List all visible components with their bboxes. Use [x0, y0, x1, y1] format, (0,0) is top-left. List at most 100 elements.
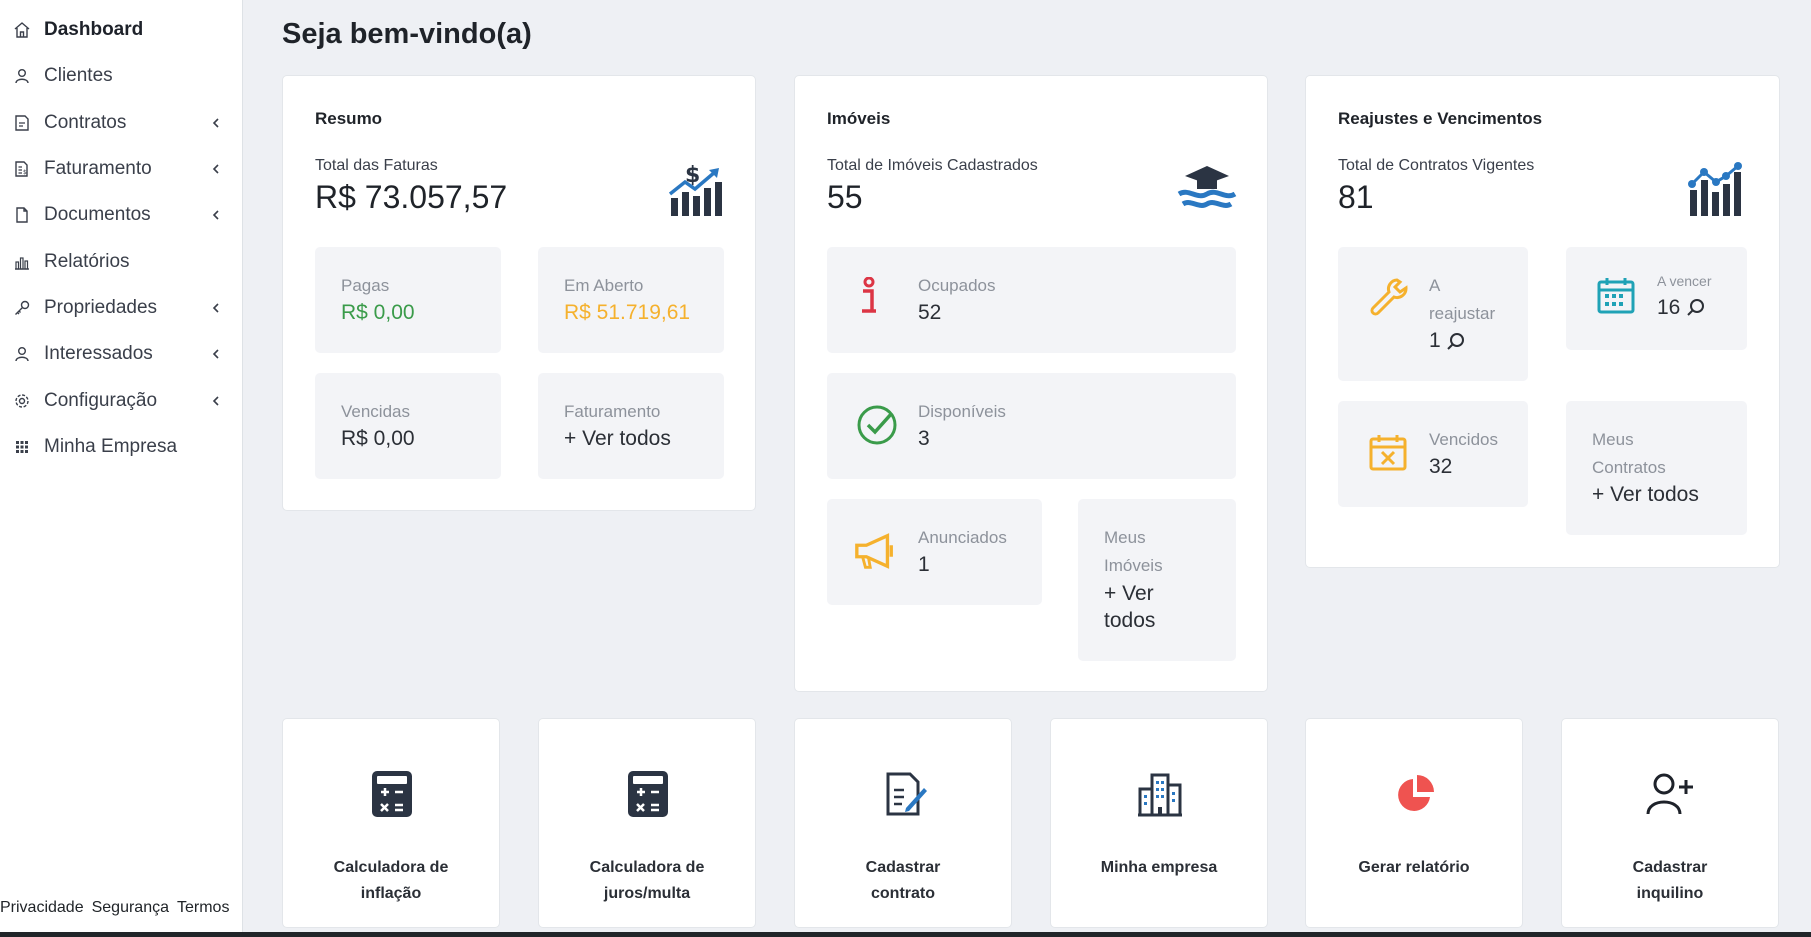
card-title: Resumo — [315, 109, 383, 128]
search-icon[interactable] — [1686, 298, 1708, 320]
card-label: Cadastrar inquilino — [1632, 859, 1708, 902]
sidebar-item-clientes[interactable]: Clientes — [0, 56, 243, 96]
ocupados-tile[interactable]: Ocupados 52 — [827, 247, 1236, 353]
gear-icon — [11, 390, 33, 412]
tile-label: Contratos — [1592, 458, 1666, 477]
sidebar-item-label: Faturamento — [44, 158, 152, 179]
tile-value: 1 — [1429, 329, 1441, 352]
tile-label: A vencer — [1657, 273, 1712, 289]
vencidas-tile[interactable]: Vencidas R$ 0,00 — [315, 373, 501, 479]
tile-label: Anunciados — [918, 528, 1007, 547]
svg-text:$: $ — [23, 169, 27, 176]
a-vencer-tile[interactable]: A vencer 16 — [1566, 247, 1747, 350]
inflation-calculator-card[interactable]: Calculadora de inflação — [282, 718, 500, 928]
sidebar-item-label: Configuração — [44, 390, 158, 411]
sidebar-item-label: Propriedades — [44, 297, 158, 318]
building-icon — [1135, 769, 1185, 819]
interest-calculator-card[interactable]: Calculadora de juros/multa — [538, 718, 756, 928]
reajustes-card: Reajustes e Vencimentos Total de Contrat… — [1305, 75, 1780, 568]
sidebar-item-label: Interessados — [44, 343, 153, 364]
sidebar-item-configuracao[interactable]: Configuração — [0, 381, 243, 421]
faturamento-tile[interactable]: Faturamento + Ver todos — [538, 373, 724, 479]
sidebar-item-label: Minha Empresa — [44, 436, 178, 457]
calculator-icon — [623, 769, 673, 819]
bottom-bar — [0, 932, 1811, 937]
tile-value: 16 — [1657, 296, 1681, 319]
view-all-link: + Ver — [1104, 582, 1154, 605]
tile-value: R$ 0,00 — [341, 427, 415, 450]
money-growth-icon: $ — [667, 160, 725, 218]
calculator-icon — [367, 769, 417, 819]
tile-value: 32 — [1429, 455, 1453, 478]
card-title: Reajustes e Vencimentos — [1338, 109, 1543, 128]
sidebar-item-dashboard[interactable]: Dashboard — [0, 10, 243, 50]
sidebar-item-faturamento[interactable]: $ Faturamento — [0, 149, 243, 189]
generate-report-card[interactable]: Gerar relatório — [1305, 718, 1523, 928]
meus-contratos-tile[interactable]: Meus Contratos + Ver todos — [1566, 401, 1747, 535]
sidebar-item-documentos[interactable]: Documentos — [0, 195, 243, 235]
home-icon — [11, 19, 33, 41]
meus-imoveis-tile[interactable]: Meus Imóveis + Ver todos — [1078, 499, 1236, 661]
total-value: R$ 73.057,57 — [315, 179, 508, 215]
contract-icon — [11, 112, 33, 134]
sidebar-item-relatorios[interactable]: Relatórios — [0, 242, 243, 282]
a-reajustar-tile[interactable]: A reajustar 1 — [1338, 247, 1528, 381]
card-label: Calculadora de inflação — [333, 859, 449, 902]
tile-label: A — [1429, 276, 1441, 295]
chevron-left-icon — [206, 298, 226, 318]
card-label: Gerar relatório — [1358, 859, 1470, 876]
tile-label: Vencidos — [1429, 430, 1498, 449]
pie-chart-icon — [1390, 769, 1440, 819]
sidebar-item-label: Relatórios — [44, 251, 130, 272]
sidebar-item-propriedades[interactable]: Propriedades — [0, 288, 243, 328]
search-icon[interactable] — [1446, 332, 1468, 354]
house-waves-icon — [1177, 162, 1237, 220]
tile-label: reajustar — [1429, 304, 1496, 323]
tile-value: R$ 51.719,61 — [564, 301, 691, 324]
chevron-left-icon — [206, 113, 226, 133]
card-label: Minha empresa — [1100, 859, 1218, 876]
tile-label: Pagas — [341, 276, 390, 295]
tile-label: Em Aberto — [564, 276, 644, 295]
tile-label: Vencidas — [341, 402, 410, 421]
new-contract-card[interactable]: Cadastrar contrato — [794, 718, 1012, 928]
add-user-icon — [1646, 769, 1696, 819]
total-label: Total de Contratos Vigentes — [1338, 157, 1535, 174]
megaphone-icon — [853, 529, 897, 573]
anunciados-tile[interactable]: Anunciados 1 — [827, 499, 1042, 605]
card-label: Calculadora de juros/multa — [589, 859, 705, 902]
em-aberto-tile[interactable]: Em Aberto R$ 51.719,61 — [538, 247, 724, 353]
terms-link[interactable]: Termos — [177, 899, 229, 917]
disponiveis-tile[interactable]: Disponíveis 3 — [827, 373, 1236, 479]
sidebar-item-minha-empresa[interactable]: Minha Empresa — [0, 427, 243, 467]
view-all-link: todos — [1104, 609, 1156, 632]
tile-value: 52 — [918, 301, 942, 324]
security-link[interactable]: Segurança — [92, 899, 169, 917]
chevron-left-icon — [206, 391, 226, 411]
card-label: Cadastrar contrato — [865, 859, 941, 902]
tile-value: 3 — [918, 427, 930, 450]
tile-value: R$ 0,00 — [341, 301, 415, 324]
vencidos-tile[interactable]: Vencidos 32 — [1338, 401, 1528, 507]
tile-value: 1 — [918, 553, 930, 576]
total-label: Total de Imóveis Cadastrados — [827, 157, 1038, 174]
sidebar-item-interessados[interactable]: Interessados — [0, 334, 243, 374]
card-title: Imóveis — [827, 109, 891, 128]
footer-links: Privacidade Segurança Termos — [0, 899, 229, 917]
invoice-icon: $ — [11, 158, 33, 180]
sidebar-item-contratos[interactable]: Contratos — [0, 103, 243, 143]
my-company-card[interactable]: Minha empresa — [1050, 718, 1268, 928]
tile-label: Disponíveis — [918, 402, 1006, 421]
sidebar: Dashboard Clientes Contratos $ Faturamen… — [0, 0, 243, 937]
privacy-link[interactable]: Privacidade — [0, 899, 84, 917]
page-title: Seja bem-vindo(a) — [282, 18, 532, 50]
sidebar-item-label: Documentos — [44, 204, 151, 225]
new-tenant-card[interactable]: Cadastrar inquilino — [1561, 718, 1779, 928]
user-icon — [11, 65, 33, 87]
contract-sign-icon — [879, 769, 929, 819]
pagas-tile[interactable]: Pagas R$ 0,00 — [315, 247, 501, 353]
view-all-link: + Ver todos — [564, 427, 671, 450]
sidebar-item-label: Clientes — [44, 65, 113, 86]
sidebar-item-label: Dashboard — [44, 19, 144, 40]
user-icon — [11, 343, 33, 365]
